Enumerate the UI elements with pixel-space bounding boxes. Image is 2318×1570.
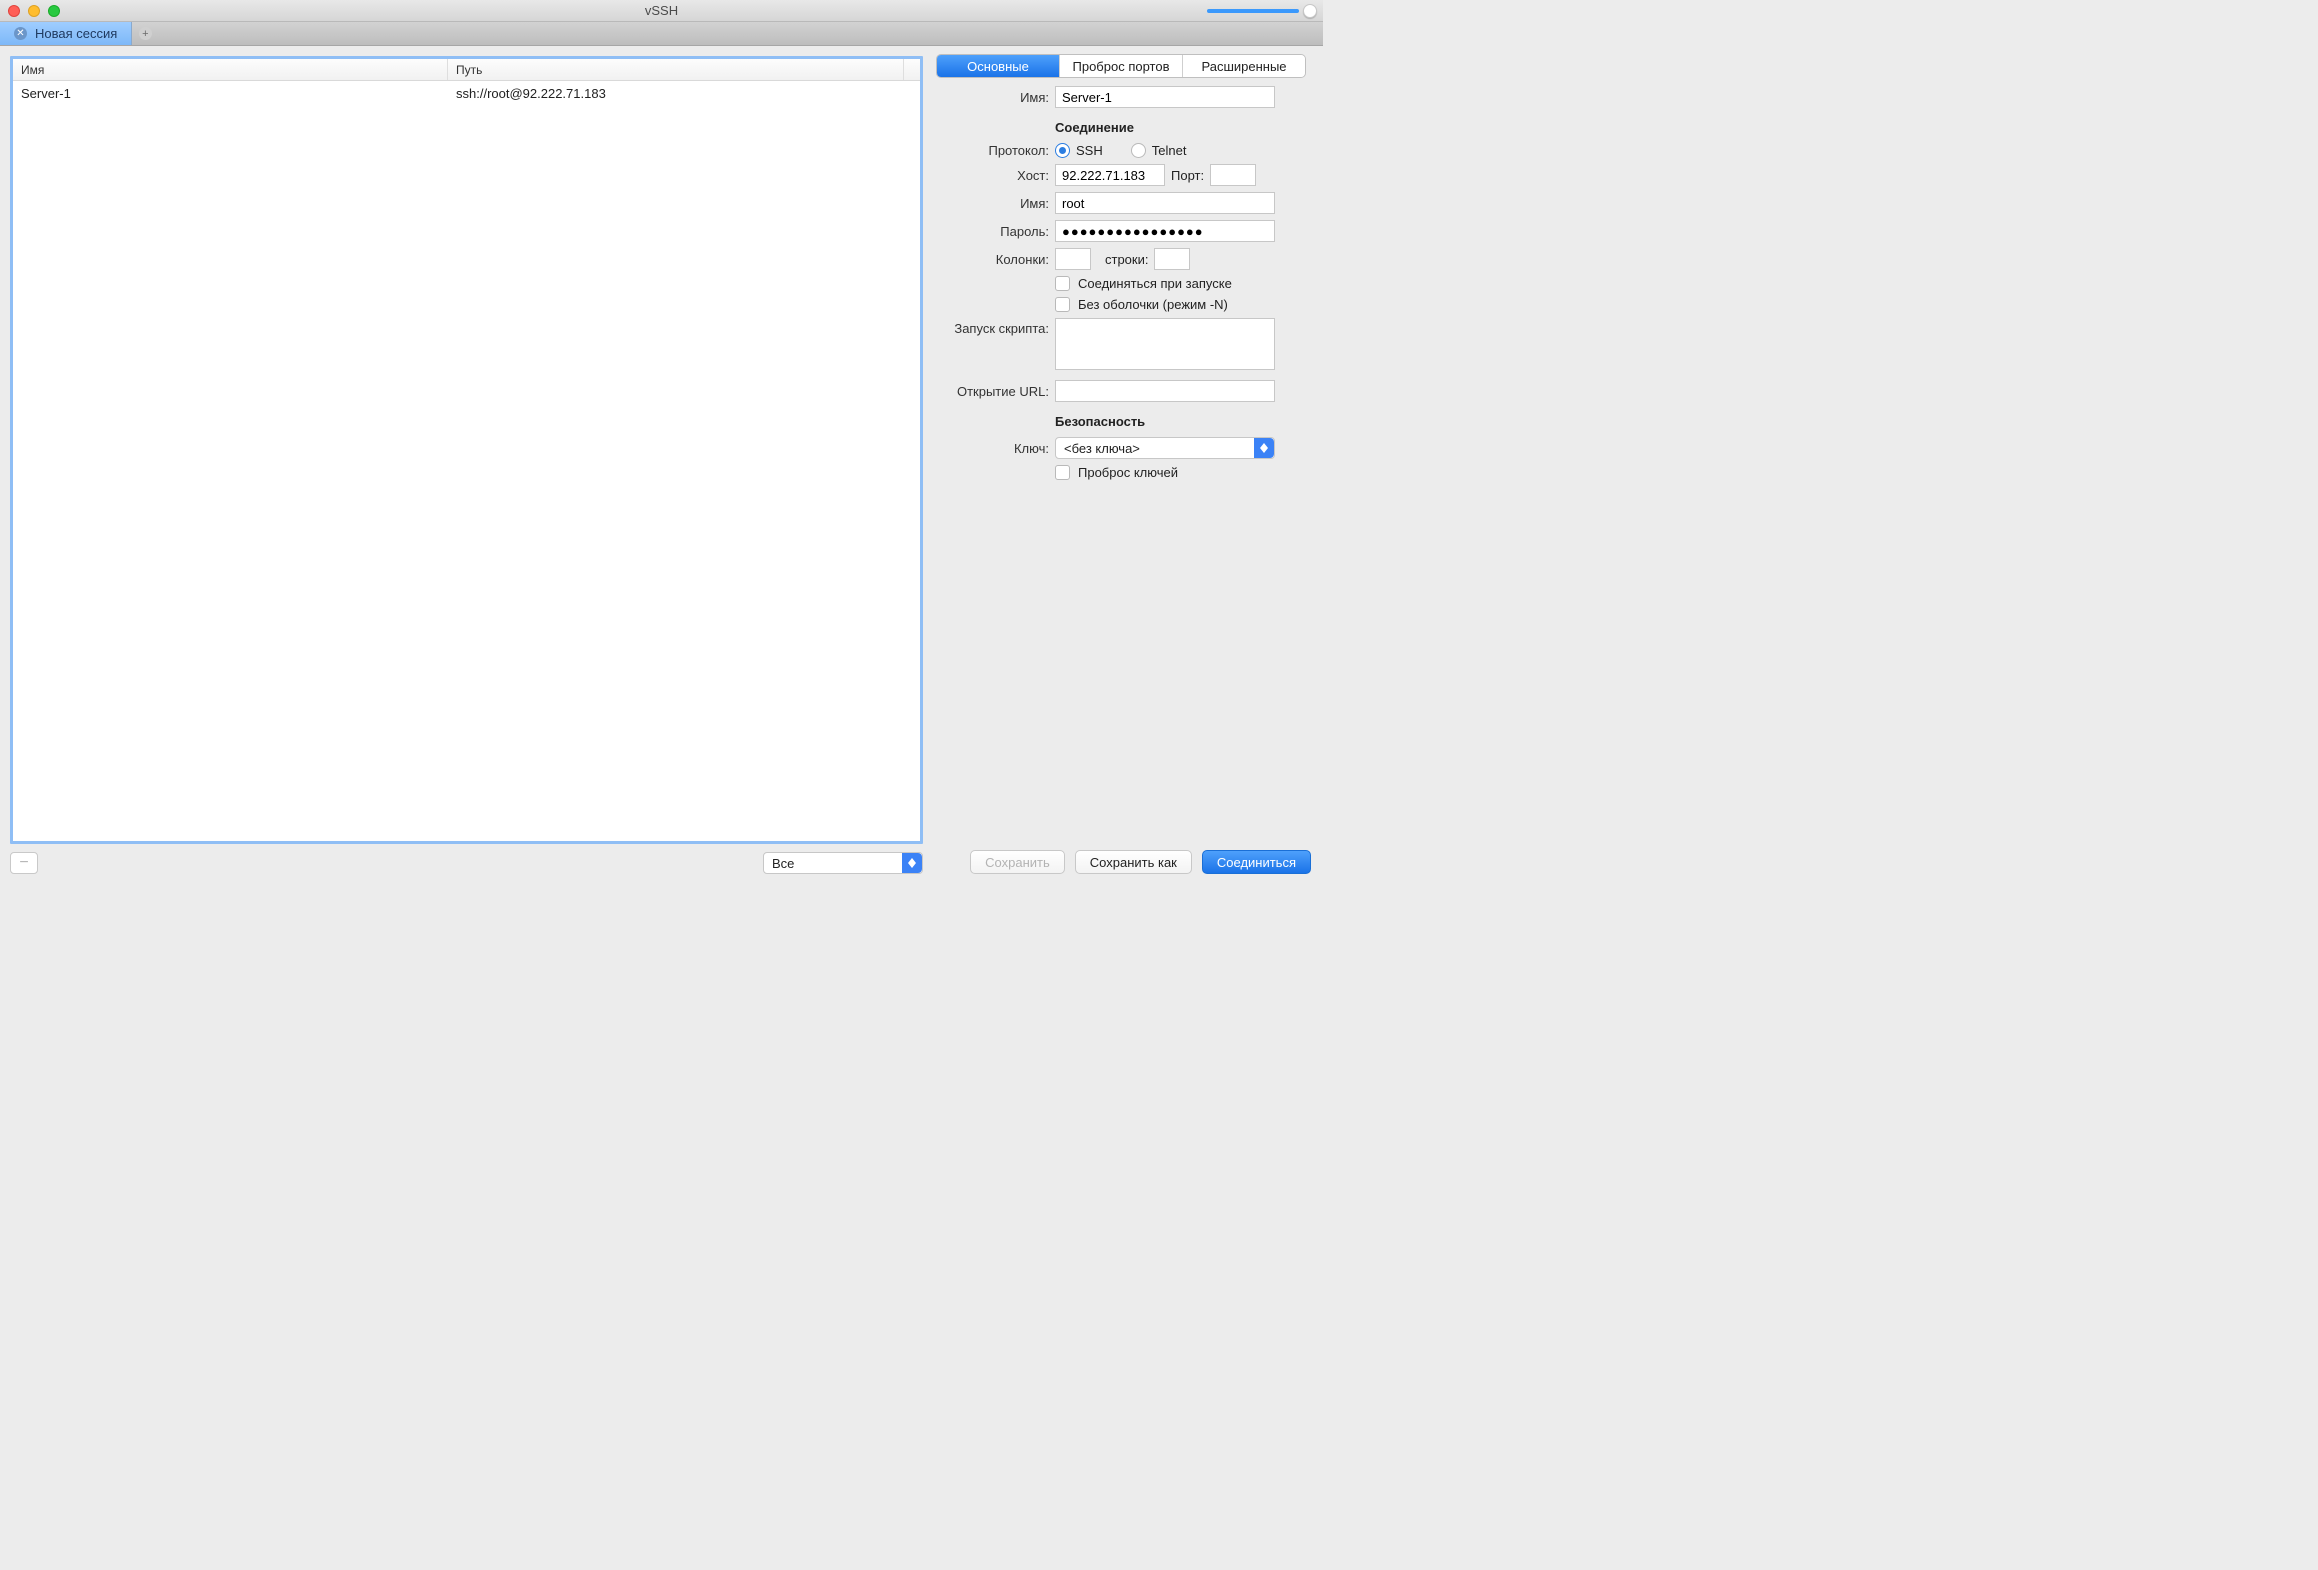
add-tab-button[interactable]: + (132, 22, 158, 45)
filter-wrapper: Все (763, 852, 923, 874)
connections-table[interactable]: Имя Путь Server-1 ssh://root@92.222.71.1… (10, 56, 923, 844)
port-input[interactable] (1210, 164, 1256, 186)
traffic-lights (8, 5, 60, 17)
connection-header: Соединение (1055, 120, 1311, 135)
host-input[interactable] (1055, 164, 1165, 186)
script-label: Запуск скрипта: (931, 318, 1049, 336)
key-label: Ключ: (931, 441, 1049, 456)
host-label: Хост: (931, 168, 1049, 183)
key-select-value: <без ключа> (1064, 441, 1140, 456)
security-header: Безопасность (1055, 414, 1311, 429)
name-input[interactable] (1055, 86, 1275, 108)
username-label: Имя: (931, 196, 1049, 211)
session-tab-label: Новая сессия (35, 26, 117, 41)
minimize-window-button[interactable] (28, 5, 40, 17)
rows-label: строки: (1105, 252, 1148, 267)
left-footer: − Все (10, 852, 923, 874)
left-pane: Имя Путь Server-1 ssh://root@92.222.71.1… (0, 46, 923, 884)
tab-port-forwarding[interactable]: Проброс портов (1060, 55, 1183, 77)
cell-name: Server-1 (13, 86, 448, 101)
key-forwarding-label: Проброс ключей (1078, 465, 1178, 480)
connect-on-start-label: Соединяться при запуске (1078, 276, 1232, 291)
open-url-input[interactable] (1055, 380, 1275, 402)
right-pane: Основные Проброс портов Расширенные Имя:… (923, 46, 1323, 884)
script-textarea[interactable] (1055, 318, 1275, 370)
checkbox-icon (1055, 276, 1070, 291)
tab-basic[interactable]: Основные (937, 55, 1060, 77)
rows-input[interactable] (1154, 248, 1190, 270)
titlebar: vSSH (0, 0, 1323, 22)
table-body: Server-1 ssh://root@92.222.71.183 (13, 81, 920, 841)
footer-buttons: Сохранить Сохранить как Соединиться (931, 842, 1311, 874)
key-select[interactable]: <без ключа> (1055, 437, 1275, 459)
protocol-ssh-radio[interactable]: SSH (1055, 143, 1103, 158)
username-input[interactable] (1055, 192, 1275, 214)
select-stepper-icon (1254, 438, 1274, 458)
tab-advanced[interactable]: Расширенные (1183, 55, 1305, 77)
password-label: Пароль: (931, 224, 1049, 239)
content-area: Имя Путь Server-1 ssh://root@92.222.71.1… (0, 46, 1323, 884)
connect-on-start-checkbox[interactable]: Соединяться при запуске (1055, 276, 1232, 291)
password-input[interactable] (1055, 220, 1275, 242)
tab-bar: ✕ Новая сессия + (0, 22, 1323, 46)
remove-connection-button[interactable]: − (10, 852, 38, 874)
slider-thumb[interactable] (1303, 4, 1317, 18)
close-window-button[interactable] (8, 5, 20, 17)
open-url-label: Открытие URL: (931, 384, 1049, 399)
protocol-ssh-label: SSH (1076, 143, 1103, 158)
table-header: Имя Путь (13, 59, 920, 81)
settings-tabs: Основные Проброс портов Расширенные (936, 54, 1306, 78)
radio-dot-icon (1131, 143, 1146, 158)
port-label: Порт: (1171, 168, 1204, 183)
checkbox-icon (1055, 465, 1070, 480)
key-forwarding-checkbox[interactable]: Проброс ключей (1055, 465, 1178, 480)
no-shell-label: Без оболочки (режим -N) (1078, 297, 1228, 312)
column-header-path[interactable]: Путь (448, 59, 904, 80)
connect-button[interactable]: Соединиться (1202, 850, 1311, 874)
protocol-label: Протокол: (931, 143, 1049, 158)
slider-track (1207, 9, 1299, 13)
session-tab[interactable]: ✕ Новая сессия (0, 22, 132, 45)
checkbox-icon (1055, 297, 1070, 312)
close-tab-icon[interactable]: ✕ (14, 27, 27, 40)
window-title: vSSH (645, 3, 678, 18)
no-shell-checkbox[interactable]: Без оболочки (режим -N) (1055, 297, 1228, 312)
radio-dot-icon (1055, 143, 1070, 158)
save-as-button[interactable]: Сохранить как (1075, 850, 1192, 874)
app-window: vSSH ✕ Новая сессия + Имя Путь (0, 0, 1323, 884)
plus-icon: + (139, 27, 152, 40)
settings-form: Имя: Соединение Протокол: SSH Telnet (931, 86, 1311, 480)
column-header-spacer (904, 59, 920, 80)
cell-path: ssh://root@92.222.71.183 (448, 86, 920, 101)
columns-label: Колонки: (931, 252, 1049, 267)
name-label: Имя: (931, 90, 1049, 105)
save-button[interactable]: Сохранить (970, 850, 1065, 874)
filter-select-value: Все (772, 856, 794, 871)
table-row[interactable]: Server-1 ssh://root@92.222.71.183 (13, 81, 920, 105)
columns-input[interactable] (1055, 248, 1091, 270)
protocol-telnet-radio[interactable]: Telnet (1131, 143, 1187, 158)
select-stepper-icon (902, 853, 922, 873)
zoom-window-button[interactable] (48, 5, 60, 17)
title-slider[interactable] (1207, 4, 1317, 18)
column-header-name[interactable]: Имя (13, 59, 448, 80)
protocol-telnet-label: Telnet (1152, 143, 1187, 158)
filter-select[interactable]: Все (763, 852, 923, 874)
